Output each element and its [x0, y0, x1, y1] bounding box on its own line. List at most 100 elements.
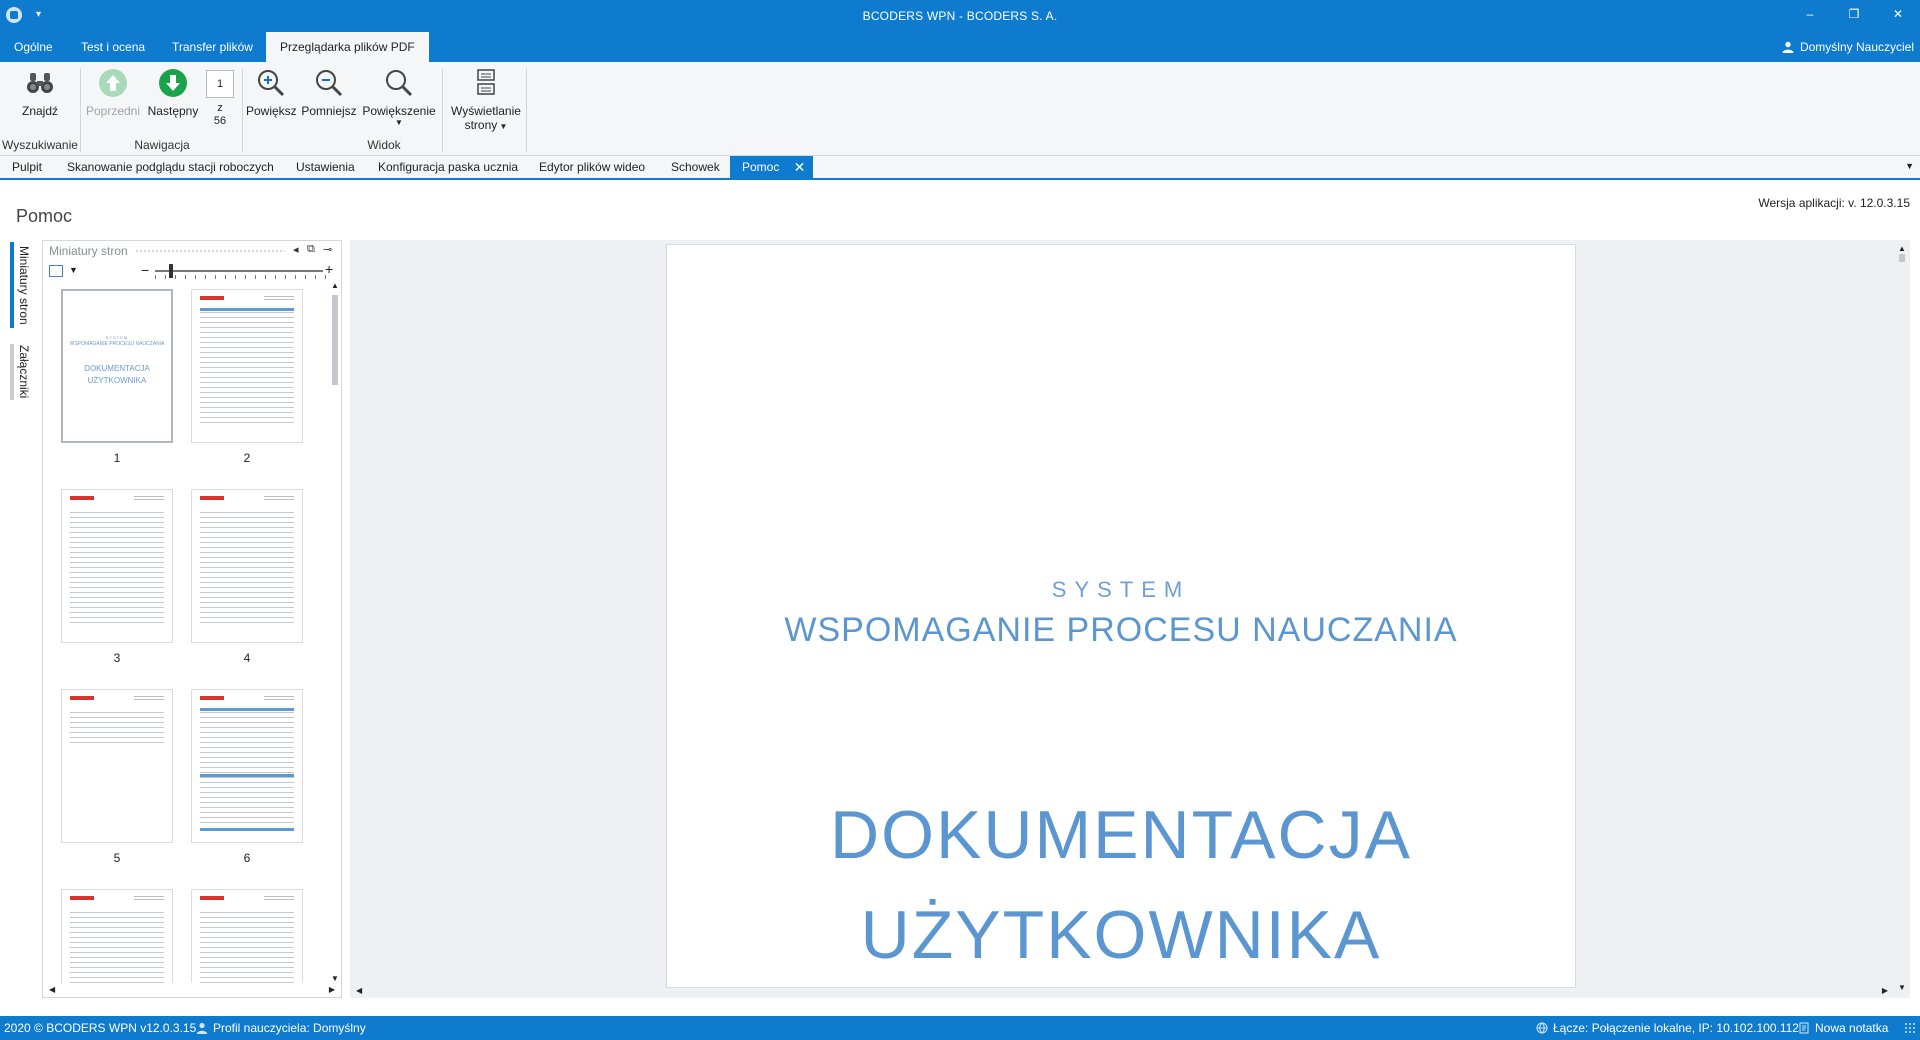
tab-ustawienia[interactable]: Ustawienia	[284, 156, 367, 178]
panel-pin-icon[interactable]: ⊸	[323, 243, 332, 256]
ribbon-tab-transfer-plikow[interactable]: Transfer plików	[158, 32, 267, 62]
ribbon: Znajdź Wyszukiwanie Poprzedni Następny 1…	[0, 62, 1920, 156]
ribbon-tab-ogolne[interactable]: Ogólne	[0, 32, 67, 62]
thumb-header	[134, 696, 164, 702]
page-of-label: z	[217, 102, 223, 114]
thumbnail-horizontal-scrollbar[interactable]: ◀ ▶	[43, 983, 341, 997]
panel-float-icon[interactable]: ⧉	[307, 243, 315, 256]
thumb-cover-title-1: DOKUMENTACJA	[84, 364, 150, 373]
panel-drag-grip[interactable]	[135, 249, 285, 253]
doc-title-line-1: DOKUMENTACJA	[830, 797, 1412, 873]
new-note-button[interactable]: Nowa notatka	[1798, 1021, 1888, 1035]
scroll-right-icon[interactable]: ▶	[329, 985, 335, 994]
scrollbar-thumb[interactable]	[332, 295, 338, 385]
find-button[interactable]: Znajdź	[14, 66, 66, 118]
thumbnail-page-number: 4	[243, 651, 251, 665]
thumb-zoom-out-icon[interactable]: −	[141, 262, 149, 278]
thumbnail-vertical-scrollbar[interactable]: ▲ ▼	[329, 281, 341, 983]
thumbnail-page[interactable]	[61, 489, 173, 643]
scroll-down-icon[interactable]: ▼	[1898, 983, 1906, 992]
thumb-text-lines	[200, 512, 294, 626]
thumb-band	[200, 308, 294, 311]
zoom-dropdown-button[interactable]: Powiększenie ▼	[362, 66, 436, 128]
teacher-profile-icon	[196, 1022, 208, 1034]
close-tab-icon[interactable]: ✕	[794, 156, 806, 178]
previous-label: Poprzedni	[85, 104, 141, 118]
thumbnail-page-number: 1	[113, 451, 121, 465]
thumb-header	[134, 896, 164, 902]
thumbnail-page[interactable]	[61, 889, 173, 983]
group-label-navigation: Nawigacja	[134, 138, 190, 152]
viewer-vertical-scrollbar[interactable]: ▲ ▼	[1894, 240, 1910, 998]
copyright-text: 2020 © BCODERS WPN v12.0.3.15	[4, 1021, 197, 1035]
title-bar: ▾ BCODERS WPN - BCODERS S. A. – ❐ ✕	[0, 0, 1920, 32]
thumbnail-size-slider[interactable]	[155, 264, 335, 279]
tab-edytor-wideo[interactable]: Edytor plików wideo	[527, 156, 657, 178]
thumbnail-page[interactable]	[191, 489, 303, 643]
tab-skanowanie[interactable]: Skanowanie podglądu stacji roboczych	[55, 156, 286, 178]
zoom-out-icon	[316, 70, 343, 97]
scroll-left-icon[interactable]: ◀	[49, 985, 55, 994]
doc-title-line-2: UŻYTKOWNIKA	[860, 897, 1382, 973]
restore-button[interactable]: ❐	[1832, 0, 1876, 28]
zoom-out-button[interactable]: Pomniejsz	[300, 66, 358, 118]
thumb-cover-system: SYSTEM	[105, 335, 129, 340]
status-connection[interactable]: Łącze: Połączenie lokalne, IP: 10.102.10…	[1536, 1021, 1799, 1035]
thumbnail-page[interactable]	[61, 689, 173, 843]
thumbnail-page[interactable]	[191, 289, 303, 443]
thumb-header	[264, 296, 294, 302]
thumbnail-page[interactable]	[191, 689, 303, 843]
ribbon-tab-test-i-ocena[interactable]: Test i ocena	[67, 32, 159, 62]
thumb-cover-title: DOKUMENTACJA UŻYTKOWNIKA	[63, 363, 171, 387]
thumb-band	[200, 828, 294, 831]
ribbon-tab-przegladarka-pdf[interactable]: Przeglądarka plików PDF	[266, 32, 429, 62]
document-tab-bar: Pulpit Skanowanie podglądu stacji robocz…	[0, 156, 1920, 180]
pdf-viewer[interactable]: SYSTEM WSPOMAGANIE PROCESU NAUCZANIA DOK…	[350, 240, 1910, 998]
scroll-left-icon[interactable]: ◀	[356, 986, 362, 995]
panel-collapse-icon[interactable]: ◂	[293, 243, 299, 256]
page-total: 56	[213, 115, 227, 127]
scroll-down-icon[interactable]: ▼	[331, 974, 339, 983]
resize-grip[interactable]	[1904, 1022, 1916, 1034]
page-display-button[interactable]: Wyświetlanie strony ▼	[446, 66, 526, 132]
tab-schowek[interactable]: Schowek	[659, 156, 732, 178]
thumbnail-panel-title: Miniatury stron	[49, 244, 128, 258]
slider-knob[interactable]	[169, 264, 173, 278]
side-tab-thumbnails[interactable]: Miniatury stron	[10, 242, 34, 328]
tab-pomoc[interactable]: Pomoc ✕	[730, 156, 814, 178]
page-display-label-row: strony ▼	[446, 118, 526, 132]
previous-page-button[interactable]: Poprzedni	[84, 66, 142, 118]
thumb-logo	[200, 496, 224, 500]
pdf-page: SYSTEM WSPOMAGANIE PROCESU NAUCZANIA DOK…	[666, 244, 1576, 988]
zoom-out-label: Pomniejsz	[301, 104, 357, 118]
thumbnail-page-number: 2	[243, 451, 251, 465]
zoom-in-button[interactable]: Powiększ	[246, 66, 297, 118]
scroll-up-icon[interactable]: ▲	[331, 281, 339, 290]
chevron-down-icon[interactable]: ▼	[69, 265, 78, 275]
minimize-button[interactable]: –	[1788, 0, 1832, 28]
thumb-header	[134, 496, 164, 502]
tab-pulpit[interactable]: Pulpit	[0, 156, 54, 178]
tab-list-dropdown-icon[interactable]: ▼	[1905, 161, 1914, 171]
globe-icon	[1536, 1022, 1548, 1034]
page-display-label-1: Wyświetlanie	[451, 104, 521, 118]
thumbnail-page[interactable]: SYSTEM WSPOMAGANIE PROCESU NAUCZANIA DOK…	[61, 289, 173, 443]
thumb-text-lines	[70, 512, 164, 626]
arrow-down-icon	[159, 69, 187, 97]
viewer-horizontal-scrollbar[interactable]: ◀ ▶	[350, 984, 1894, 998]
scrollbar-thumb[interactable]	[1899, 254, 1905, 262]
tab-konfiguracja-paska[interactable]: Konfiguracja paska ucznia	[366, 156, 530, 178]
thumb-zoom-in-icon[interactable]: +	[325, 261, 333, 277]
thumb-cover-subtitle: WSPOMAGANIE PROCESU NAUCZANIA	[69, 341, 165, 347]
user-menu[interactable]: Domyślny Nauczyciel	[1782, 32, 1914, 62]
close-button[interactable]: ✕	[1876, 0, 1920, 28]
tab-pomoc-label: Pomoc	[742, 160, 780, 174]
next-page-button[interactable]: Następny	[144, 66, 202, 118]
side-tab-attachments[interactable]: Załączniki	[10, 344, 34, 400]
thumbnail-page[interactable]	[191, 889, 303, 983]
scroll-right-icon[interactable]: ▶	[1882, 986, 1888, 995]
page-number-input[interactable]: 1	[206, 70, 234, 98]
status-profile[interactable]: Profil nauczyciela: Domyślny	[196, 1021, 366, 1035]
scroll-up-icon[interactable]: ▲	[1898, 244, 1906, 253]
view-options-icon[interactable]	[49, 265, 63, 277]
